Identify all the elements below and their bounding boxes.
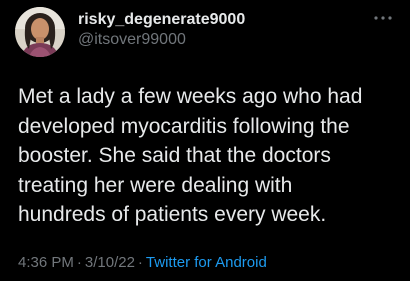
author-handle[interactable]: @itsover99000 [78,31,186,49]
meta-separator: · [137,254,143,271]
meta-separator: · [76,254,82,271]
tweet-meta: 4:36 PM · 3/10/22 · Twitter for Android [18,254,267,271]
tweet-card: risky_degenerate9000 @itsover99000 Met a… [0,0,410,281]
author-display-name[interactable]: risky_degenerate9000 [78,11,245,29]
profile-photo [15,7,65,57]
more-horizontal-icon [374,16,392,20]
tweet-text: Met a lady a few weeks ago who had devel… [18,85,363,226]
tweet-date[interactable]: 3/10/22 [85,254,135,271]
avatar[interactable] [15,7,65,57]
tweet-time[interactable]: 4:36 PM [18,254,74,271]
tweet-source-link[interactable]: Twitter for Android [146,254,267,271]
more-options-button[interactable] [370,10,396,26]
